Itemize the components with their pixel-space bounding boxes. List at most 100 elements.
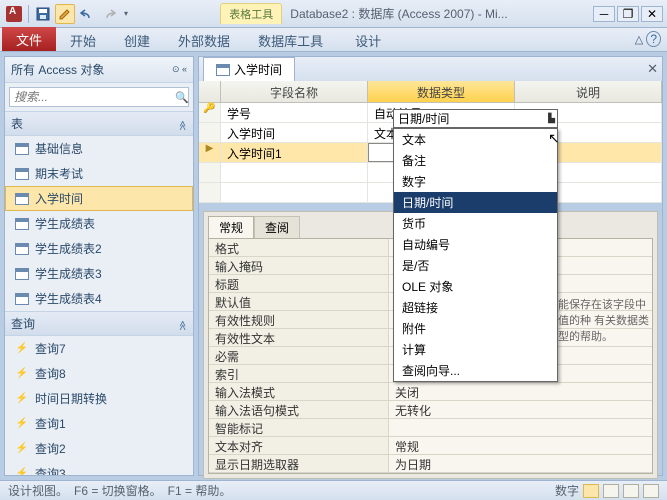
nav-query-item[interactable]: 查询3 — [5, 461, 193, 475]
nav-group-header[interactable]: 表 — [5, 111, 193, 136]
ribbon-tabs: 文件 开始 创建 外部数据 数据库工具 设计 △ ? — [0, 28, 667, 52]
table-icon — [15, 193, 29, 205]
document-tab[interactable]: 入学时间 — [203, 57, 295, 81]
prop-tab-lookup[interactable]: 查阅 — [254, 216, 300, 238]
dropdown-item[interactable]: 计算 — [394, 339, 557, 360]
col-fieldname[interactable]: 字段名称 — [221, 81, 368, 102]
table-icon — [15, 168, 29, 180]
save-button[interactable] — [33, 4, 53, 24]
redo-icon — [102, 8, 116, 20]
dropdown-item[interactable]: 文本 — [394, 129, 557, 150]
table-icon — [15, 268, 29, 280]
close-button[interactable]: ✕ — [641, 6, 663, 22]
search-input[interactable] — [10, 88, 175, 106]
nav-query-item[interactable]: 查询2 — [5, 436, 193, 461]
app-menu-button[interactable] — [4, 4, 24, 24]
property-row[interactable]: 文本对齐常规 — [209, 437, 652, 455]
table-icon — [15, 293, 29, 305]
ribbon-collapse[interactable]: △ ? — [635, 32, 661, 46]
nav-table-item[interactable]: 学生成绩表3 — [5, 261, 193, 286]
file-tab[interactable]: 文件 — [2, 27, 56, 51]
contextual-tab-label: 表格工具 — [220, 3, 282, 24]
view-design-button[interactable] — [583, 484, 599, 498]
dropdown-item[interactable]: 自动编号 — [394, 234, 557, 255]
minimize-button[interactable]: ─ — [593, 6, 615, 22]
nav-table-item[interactable]: 入学时间 — [5, 186, 193, 211]
restore-button[interactable]: ❐ — [617, 6, 639, 22]
document-tab-bar: 入学时间 ✕ — [199, 57, 662, 81]
titlebar: ▾ 表格工具 Database2 : 数据库 (Access 2007) - M… — [0, 0, 667, 28]
nav-search[interactable]: 🔍 — [9, 87, 189, 107]
close-tab-button[interactable]: ✕ — [647, 61, 658, 77]
datatype-dropdown[interactable]: 日期/时间 ▙ 文本备注数字日期/时间货币自动编号是/否OLE 对象超链接附件计… — [393, 128, 558, 382]
query-icon — [15, 443, 29, 455]
minimize-icon: ─ — [600, 7, 609, 21]
property-row[interactable]: 输入法语句模式无转化 — [209, 401, 652, 419]
cursor-icon: ↖ — [548, 130, 560, 147]
view-pivot-button[interactable] — [623, 484, 639, 498]
help-text: 能保存在该字段中值的种 有关数据类型的帮助。 — [554, 292, 659, 348]
dropdown-item[interactable]: 备注 — [394, 150, 557, 171]
dropdown-item[interactable]: 货币 — [394, 213, 557, 234]
dropdown-item[interactable]: 附件 — [394, 318, 557, 339]
qat-button[interactable] — [55, 4, 75, 24]
tab-create[interactable]: 创建 — [110, 29, 164, 51]
view-chart-button[interactable] — [643, 484, 659, 498]
statusbar: 设计视图。 F6 = 切换窗格。 F1 = 帮助。 数字 — [0, 480, 667, 500]
nav-query-item[interactable]: 查询7 — [5, 336, 193, 361]
nav-query-item[interactable]: 查询1 — [5, 411, 193, 436]
dropdown-current[interactable]: 日期/时间 ▙ — [393, 109, 558, 128]
property-row[interactable]: 输入法模式关闭 — [209, 383, 652, 401]
nav-table-item[interactable]: 学生成绩表 — [5, 211, 193, 236]
restore-icon: ❐ — [623, 7, 634, 21]
navigation-pane: 所有 Access 对象 ⊙ « 🔍 表基础信息期末考试入学时间学生成绩表学生成… — [4, 56, 194, 476]
dropdown-item[interactable]: 数字 — [394, 171, 557, 192]
query-icon — [15, 418, 29, 430]
nav-title: 所有 Access 对象 — [11, 61, 104, 78]
redo-button[interactable] — [99, 4, 119, 24]
table-icon — [216, 64, 230, 76]
nav-dropdown-icon[interactable]: ⊙ « — [172, 64, 187, 75]
col-description[interactable]: 说明 — [515, 81, 662, 102]
access-icon — [6, 6, 22, 22]
tab-dbtools[interactable]: 数据库工具 — [244, 29, 337, 51]
table-icon — [15, 143, 29, 155]
nav-table-item[interactable]: 期末考试 — [5, 161, 193, 186]
table-icon — [15, 218, 29, 230]
property-row[interactable]: 智能标记 — [209, 419, 652, 437]
col-datatype[interactable]: 数据类型 — [368, 81, 515, 102]
nav-header[interactable]: 所有 Access 对象 ⊙ « — [5, 57, 193, 83]
nav-table-item[interactable]: 学生成绩表4 — [5, 286, 193, 311]
table-icon — [15, 243, 29, 255]
query-icon — [15, 343, 29, 355]
nav-group-header[interactable]: 查询 — [5, 311, 193, 336]
undo-button[interactable] — [77, 4, 97, 24]
nav-table-item[interactable]: 学生成绩表2 — [5, 236, 193, 261]
dropdown-item[interactable]: 超链接 — [394, 297, 557, 318]
view-datasheet-button[interactable] — [603, 484, 619, 498]
chevron-down-icon: ▙ — [548, 113, 555, 124]
dropdown-item[interactable]: 日期/时间 — [394, 192, 557, 213]
tab-design[interactable]: 设计 — [341, 29, 395, 51]
chevron-down-icon: ▾ — [124, 9, 128, 18]
prop-tab-general[interactable]: 常规 — [208, 216, 254, 238]
tab-external[interactable]: 外部数据 — [164, 29, 244, 51]
nav-table-item[interactable]: 基础信息 — [5, 136, 193, 161]
undo-icon — [80, 8, 94, 20]
close-icon: ✕ — [647, 7, 657, 21]
dropdown-item[interactable]: 查阅向导... — [394, 360, 557, 381]
nav-query-item[interactable]: 时间日期转换 — [5, 386, 193, 411]
help-icon[interactable]: ? — [646, 31, 661, 47]
property-row[interactable]: 显示日期选取器为日期 — [209, 455, 652, 473]
dropdown-item[interactable]: OLE 对象 — [394, 276, 557, 297]
query-icon — [15, 393, 29, 405]
tab-home[interactable]: 开始 — [56, 29, 110, 51]
qat-customize-button[interactable]: ▾ — [121, 4, 131, 24]
dropdown-item[interactable]: 是/否 — [394, 255, 557, 276]
search-icon[interactable]: 🔍 — [175, 91, 189, 104]
status-right: 数字 — [555, 482, 579, 499]
query-icon — [15, 468, 29, 476]
query-icon — [15, 368, 29, 380]
save-icon — [36, 7, 50, 21]
nav-query-item[interactable]: 查询8 — [5, 361, 193, 386]
